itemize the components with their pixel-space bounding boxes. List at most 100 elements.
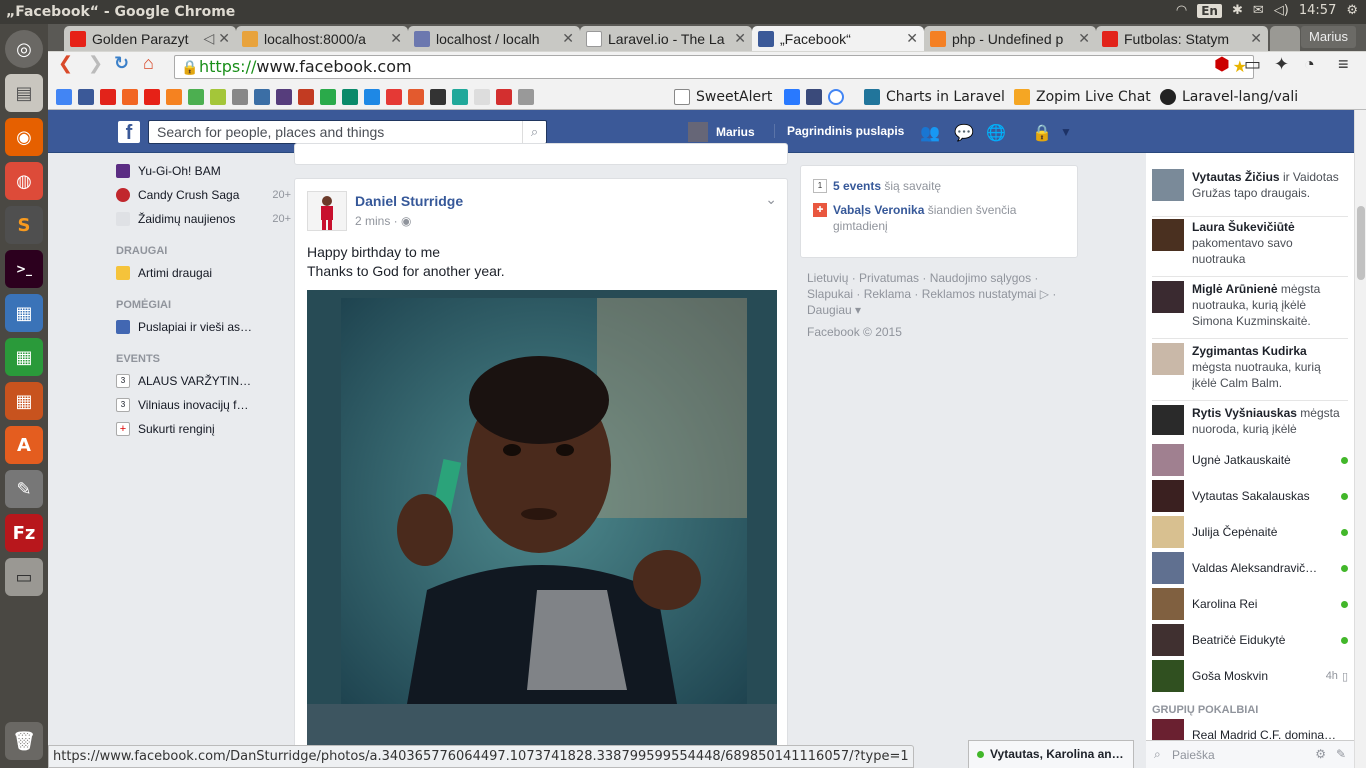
post-timestamp[interactable]: 2 mins · ◉ xyxy=(355,214,412,228)
events-this-week[interactable]: 1 5 events šią savaitę xyxy=(813,178,1063,194)
tab-futbolas[interactable]: Futbolas: Statym ✕ xyxy=(1096,26,1268,51)
menu-icon[interactable]: ≡ xyxy=(1338,54,1349,75)
youtube-icon[interactable] xyxy=(144,89,160,105)
address-bar[interactable]: 🔒 https://www.facebook.com ★ xyxy=(174,55,1254,79)
chrome-icon[interactable]: ◍ xyxy=(5,162,43,200)
tab-stackoverflow[interactable]: php - Undefined p ✕ xyxy=(924,26,1096,51)
bookmark-charts-in-laravel[interactable]: Charts in Laravel xyxy=(864,88,1005,106)
facebook-logo-icon[interactable]: f xyxy=(118,121,140,144)
bookmark-icon[interactable] xyxy=(166,89,182,105)
events-count-link[interactable]: 5 events xyxy=(833,179,881,193)
profile-link[interactable]: Marius xyxy=(688,122,755,142)
bookmark-icon[interactable] xyxy=(452,89,468,105)
bookmark-icon[interactable] xyxy=(122,89,138,105)
bookmark-icon[interactable] xyxy=(806,89,822,105)
drive-icon[interactable]: ▭ xyxy=(5,558,43,596)
post-photo[interactable] xyxy=(307,290,777,768)
dash-home-icon[interactable]: ◎ xyxy=(5,30,43,68)
ticker-story[interactable]: Rytis Vyšniauskas mėgsta nuoroda, kurią … xyxy=(1152,401,1348,435)
nav-item-yugioh[interactable]: Yu-Gi-Oh! BAM xyxy=(116,161,291,181)
nav-item-event-2[interactable]: 3 Vilniaus inovacijų f… xyxy=(116,395,291,415)
mail-icon[interactable]: ✉ xyxy=(1253,3,1264,18)
bookmark-icon[interactable] xyxy=(320,89,336,105)
close-tab-icon[interactable]: ✕ xyxy=(218,30,230,47)
system-settings-icon[interactable]: ✎ xyxy=(5,470,43,508)
files-icon[interactable]: ▤ xyxy=(5,74,43,112)
chat-search-input[interactable]: ⌕ Paieška ⚙ ✎ xyxy=(1146,740,1354,768)
clock[interactable]: 14:57 xyxy=(1299,3,1336,18)
bookmark-icon[interactable] xyxy=(298,89,314,105)
search-input[interactable]: Search for people, places and things ⌕ xyxy=(148,120,547,144)
tab-facebook[interactable]: „Facebook“ ✕ xyxy=(752,26,924,51)
bookmark-icon[interactable] xyxy=(254,89,270,105)
wifi-icon[interactable]: ◠ xyxy=(1176,3,1187,18)
sublime-text-icon[interactable]: S xyxy=(5,206,43,244)
volume-icon[interactable]: ◁) xyxy=(1274,3,1289,18)
android-icon[interactable] xyxy=(210,89,226,105)
ticker-story[interactable]: Miglė Arūnienė mėgsta nuotrauka, kurią į… xyxy=(1152,277,1348,339)
bookmark-icon[interactable] xyxy=(828,89,844,105)
post-author-link[interactable]: Daniel Sturridge xyxy=(355,193,463,209)
extension-cast-icon[interactable]: ▭ xyxy=(1244,54,1261,75)
birthday-reminder[interactable]: ✚ Vabaļs Veronika šiandien švenčia gimta… xyxy=(813,202,1063,234)
bookmark-icon[interactable] xyxy=(232,89,248,105)
home-button[interactable]: ⌂ xyxy=(143,53,154,74)
chat-settings-gear-icon[interactable]: ⚙ xyxy=(1315,747,1326,761)
new-message-icon[interactable]: ✎ xyxy=(1336,747,1346,761)
settings-gear-icon[interactable]: ⚙ xyxy=(1346,3,1358,18)
back-button[interactable]: ❮ xyxy=(58,53,73,74)
close-tab-icon[interactable]: ✕ xyxy=(562,30,574,47)
extension-icon[interactable]: ✦ xyxy=(1274,54,1289,75)
bookmark-icon[interactable] xyxy=(364,89,380,105)
extension-adblock-icon[interactable]: ⬢ xyxy=(1214,54,1230,75)
author-avatar[interactable] xyxy=(307,191,347,231)
ticker-story[interactable]: Zygimantas Kudirka mėgsta nuotrauka, kur… xyxy=(1152,339,1348,401)
bookmark-icon[interactable] xyxy=(408,89,424,105)
birthday-name-link[interactable]: Vabaļs Veronika xyxy=(833,203,924,217)
tab-localhost-8000[interactable]: localhost:8000/a ✕ xyxy=(236,26,408,51)
nav-item-close-friends[interactable]: Artimi draugai xyxy=(116,263,291,283)
bookmark-icon[interactable] xyxy=(474,89,490,105)
ticker-story[interactable]: Laura Šukevičiūtė pakomentavo savo nuotr… xyxy=(1152,215,1348,277)
post-options-chevron-icon[interactable]: ⌄ xyxy=(765,191,777,208)
bookmark-icon[interactable] xyxy=(342,89,358,105)
software-center-icon[interactable]: A xyxy=(5,426,43,464)
libreoffice-calc-icon[interactable]: ▦ xyxy=(5,338,43,376)
bookmark-icon[interactable] xyxy=(188,89,204,105)
tab-phpmyadmin[interactable]: localhost / localh ✕ xyxy=(408,26,580,51)
libreoffice-impress-icon[interactable]: ▦ xyxy=(5,382,43,420)
chat-friend[interactable]: Beatričė Eidukytė xyxy=(1152,622,1348,658)
footer-links[interactable]: Lietuvių · Privatumas · Naudojimo sąlygo… xyxy=(807,270,1067,318)
chat-friend[interactable]: Karolina Rei xyxy=(1152,586,1348,622)
chat-friend[interactable]: Vytautas Sakalauskas xyxy=(1152,478,1348,514)
extension-sync-icon[interactable]: ◔ xyxy=(1304,54,1315,75)
notifications-globe-icon[interactable]: 🌐 xyxy=(986,123,1006,142)
reload-button[interactable]: ↻ xyxy=(114,53,129,74)
nav-item-create-event[interactable]: + Sukurti renginį xyxy=(116,419,291,439)
open-chat-tab[interactable]: Vytautas, Karolina an… xyxy=(968,740,1134,768)
firefox-icon[interactable]: ◉ xyxy=(5,118,43,156)
close-tab-icon[interactable]: ✕ xyxy=(734,30,746,47)
new-tab-button[interactable] xyxy=(1270,26,1300,51)
messages-icon[interactable]: 💬 xyxy=(954,123,974,142)
filezilla-icon[interactable]: Fz xyxy=(5,514,43,552)
google-icon[interactable] xyxy=(56,89,72,105)
bookmark-icon[interactable] xyxy=(100,89,116,105)
bookmark-laravel-lang[interactable]: Laravel-lang/vali xyxy=(1160,88,1298,106)
privacy-shortcuts-icon[interactable]: 🔒 xyxy=(1032,123,1052,142)
facebook-icon[interactable] xyxy=(78,89,94,105)
scrollbar-thumb[interactable] xyxy=(1357,206,1365,280)
bootstrap-icon[interactable] xyxy=(276,89,292,105)
tab-youtube[interactable]: Golden Parazyt ◁ ✕ xyxy=(64,26,236,51)
bookmark-icon[interactable] xyxy=(496,89,512,105)
chat-friend[interactable]: Julija Čepėnaitė xyxy=(1152,514,1348,550)
trash-icon[interactable]: 🗑 xyxy=(5,722,43,760)
nav-item-event-1[interactable]: 3 ALAUS VARŽYTIN… xyxy=(116,371,291,391)
profile-button[interactable]: Marius xyxy=(1300,26,1356,48)
libreoffice-writer-icon[interactable]: ▦ xyxy=(5,294,43,332)
nav-item-game-news[interactable]: Žaidimų naujienos 20+ xyxy=(116,209,291,229)
bookmark-sweetalert[interactable]: SweetAlert xyxy=(674,88,772,106)
nav-item-candy-crush[interactable]: Candy Crush Saga 20+ xyxy=(116,185,291,205)
bookmark-icon[interactable] xyxy=(430,89,446,105)
close-tab-icon[interactable]: ✕ xyxy=(1250,30,1262,47)
